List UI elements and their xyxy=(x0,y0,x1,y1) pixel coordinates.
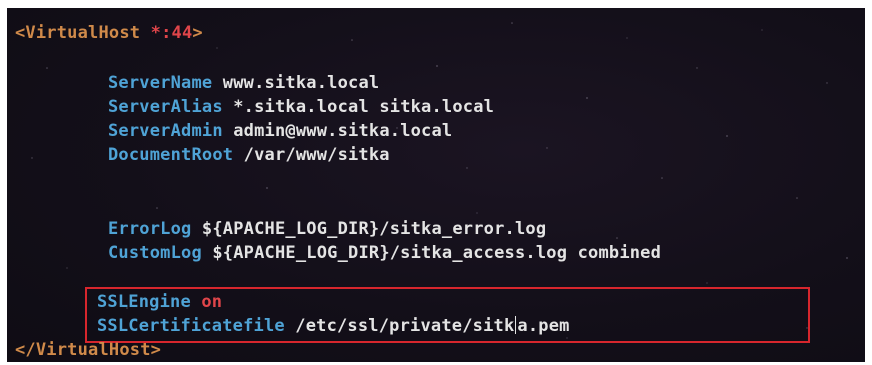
directive-value: /var/www/sitka xyxy=(233,145,390,165)
ssl-certificate-key: SSLCertificatefile xyxy=(97,316,285,336)
ssl-engine-key: SSLEngine xyxy=(97,292,191,312)
directive-line: DocumentRoot /var/www/sitka xyxy=(108,144,390,166)
ssl-certificate-path-end: a.pem xyxy=(517,316,570,336)
directive-key: ErrorLog xyxy=(108,219,192,239)
ssl-certificate-path-start: /etc/ssl/private/sitk xyxy=(284,316,515,336)
directive-value: www.sitka.local xyxy=(212,73,380,93)
virtualhost-open-tag: <VirtualHost xyxy=(15,23,151,43)
directive-value: ${APACHE_LOG_DIR}/sitka_access.log combi… xyxy=(201,243,662,263)
directive-key: CustomLog xyxy=(108,243,202,263)
virtualhost-close-tag: </VirtualHost> xyxy=(15,340,162,360)
directive-value: ${APACHE_LOG_DIR}/sitka_error.log xyxy=(191,219,547,239)
terminal-window[interactable]: <VirtualHost *:44> ServerName www.sitka.… xyxy=(7,8,865,362)
directive-value: *.sitka.local sitka.local xyxy=(222,97,495,117)
directive-line: ServerName www.sitka.local xyxy=(108,72,379,94)
directive-value: admin@www.sitka.local xyxy=(222,121,453,141)
directive-key: ServerAlias xyxy=(108,97,223,117)
directive-line: CustomLog ${APACHE_LOG_DIR}/sitka_access… xyxy=(108,242,661,264)
directive-key: DocumentRoot xyxy=(108,145,234,165)
virtualhost-address: *:44 xyxy=(150,23,193,43)
ssl-engine-value: on xyxy=(190,292,223,312)
directive-line: ErrorLog ${APACHE_LOG_DIR}/sitka_error.l… xyxy=(108,218,546,240)
directive-key: ServerName xyxy=(108,73,213,93)
virtualhost-open-line: <VirtualHost *:44> xyxy=(15,22,203,44)
directive-key: ServerAdmin xyxy=(108,121,223,141)
ssl-engine-line: SSLEngine on xyxy=(97,291,222,313)
virtualhost-close-line: </VirtualHost> xyxy=(15,339,161,361)
directive-line: ServerAlias *.sitka.local sitka.local xyxy=(108,96,494,118)
ssl-certificate-line: SSLCertificatefile /etc/ssl/private/sitk… xyxy=(97,315,570,337)
virtualhost-open-bracket: > xyxy=(192,23,203,43)
directive-line: ServerAdmin admin@www.sitka.local xyxy=(108,120,452,142)
